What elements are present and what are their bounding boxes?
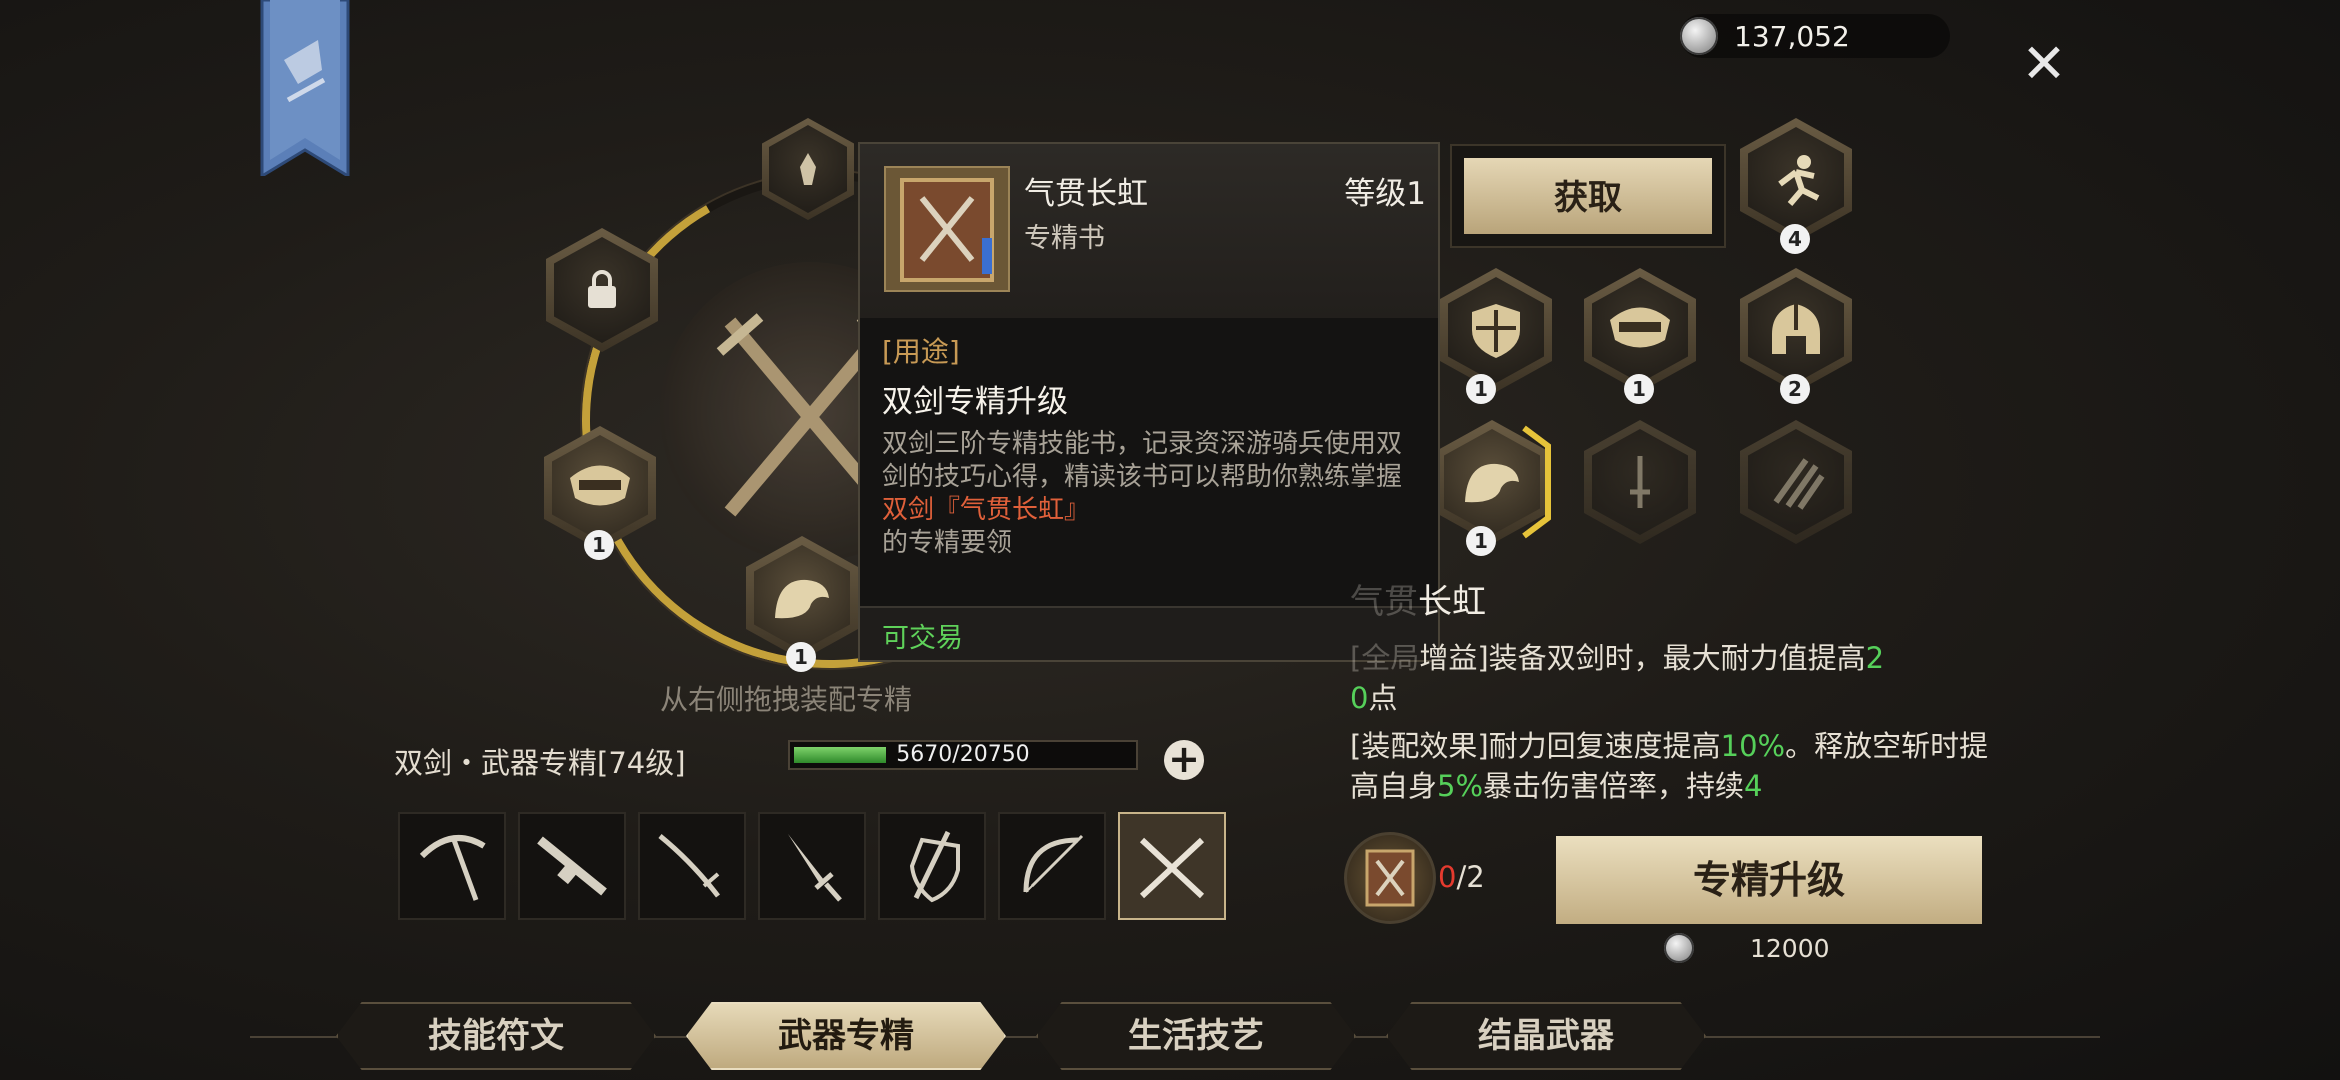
spec-count-badge: 1 [584, 530, 614, 560]
required-book-icon[interactable] [1344, 832, 1436, 924]
xp-progress-bar: 5670/20750 [788, 740, 1138, 770]
sword-shield-icon [909, 830, 960, 903]
effect-line2-pct1: 10% [1720, 729, 1786, 763]
upgrade-cost-amount: 12000 [1750, 933, 1830, 963]
spec-grid-shield[interactable] [1440, 268, 1552, 392]
spec-count-badge: 1 [1466, 374, 1496, 404]
effect-line1-value: 2 [1865, 641, 1885, 675]
item-name: 气贯长虹 [1024, 176, 1148, 212]
weapon-bow[interactable] [998, 812, 1106, 920]
sprint-icon [1778, 155, 1820, 206]
description-main: 双剑三阶专精技能书，记录资深游骑兵使用双剑的技巧心得，精读该书可以帮助你熟练掌握 [882, 429, 1403, 492]
book-count: 0/2 [1438, 860, 1485, 894]
spec-count-badge: 1 [1466, 526, 1496, 556]
effect-line2-num: 4 [1744, 769, 1763, 803]
effect-line1: 增益]装备双剑时，最大耐力值提高 [1419, 641, 1866, 675]
weapon-sword-shield[interactable] [878, 812, 986, 920]
obtain-button[interactable]: 获取 [1450, 144, 1726, 248]
weapon-dagger[interactable] [758, 812, 866, 920]
weapon-scythe[interactable] [398, 812, 506, 920]
weapon-dual-swords[interactable] [1118, 812, 1226, 920]
tab-weapon-spec[interactable]: 武器专精 [686, 1002, 1006, 1070]
spec-count-badge: 1 [786, 642, 816, 672]
effect-line1-suffix: 点 [1368, 681, 1398, 715]
sword-burst-icon [1630, 456, 1650, 508]
spec-grid-claw-locked[interactable] [1740, 420, 1852, 544]
description-highlight: 双剑『气贯长虹』 [882, 495, 1091, 525]
claw-slash-icon [1773, 458, 1825, 510]
effect-line2-end: 暴击伤害倍率，持续 [1483, 769, 1745, 803]
lock-icon [588, 270, 616, 308]
item-description: 双剑三阶专精技能书，记录资深游骑兵使用双剑的技巧心得，精读该书可以帮助你熟练掌握… [882, 428, 1412, 560]
tab-skill-runes[interactable]: 技能符文 [336, 1002, 656, 1070]
drag-hint: 从右侧拖拽装配专精 [660, 683, 913, 716]
description-end: 的专精要领 [882, 528, 1013, 558]
spartan-helmet-icon [1772, 304, 1820, 354]
spec-top-node[interactable] [762, 118, 854, 220]
spec-count-badge: 1 [1624, 374, 1654, 404]
upgrade-cost: 12000 [1664, 930, 1830, 966]
book-need: /2 [1456, 860, 1485, 894]
add-xp-button[interactable]: + [1164, 740, 1204, 780]
skill-description: [全局增益]装备双剑时，最大耐力值提高2 0点 [装配效果]耐力回复速度提高10… [1350, 641, 1989, 803]
guild-banner[interactable] [258, 0, 352, 179]
silver-currency: 137,052 [1680, 14, 1950, 58]
use-label: [用途] [882, 335, 960, 368]
effect-line1-value-cont: 0 [1350, 681, 1369, 715]
muscle-arm-icon [1465, 463, 1519, 503]
katana-icon [658, 834, 720, 898]
close-button[interactable]: ✕ [2020, 37, 2068, 91]
bow-icon [1023, 834, 1084, 893]
xp-text: 5670/20750 [896, 742, 1030, 767]
tab-life-skills[interactable]: 生活技艺 [1036, 1002, 1356, 1070]
skill-name: 气贯长虹 [1350, 582, 1486, 622]
dual-swords-icon [1139, 837, 1205, 899]
spec-count-badge: 2 [1780, 374, 1810, 404]
item-type: 专精书 [1024, 223, 1105, 254]
selection-bracket [1522, 425, 1551, 539]
skill-name-visible: 长虹 [1418, 582, 1486, 622]
spec-upgrade-button[interactable]: 专精升级 [1556, 836, 1982, 924]
fangs-icon [1610, 307, 1670, 348]
book-have: 0 [1438, 860, 1457, 894]
muscle-arm-icon [775, 579, 829, 619]
spec-grid-sword-locked[interactable] [1584, 420, 1696, 544]
tab-crystal-weapon[interactable]: 结晶武器 [1386, 1002, 1706, 1070]
scythe-icon [419, 835, 486, 901]
weapon-rifle[interactable] [518, 812, 626, 920]
rifle-icon [537, 836, 607, 896]
fangs-icon [570, 465, 630, 506]
silver-coin-icon [1664, 933, 1694, 963]
spec-book-icon [884, 166, 1010, 292]
silver-coin-icon [1680, 17, 1718, 55]
dagger-icon [788, 834, 842, 902]
shield-icon [1472, 304, 1520, 358]
locked-spec-slot[interactable] [546, 228, 658, 352]
demon-icon [800, 153, 816, 185]
use-title: 双剑专精升级 [882, 384, 1068, 420]
effect-line2: [装配效果]耐力回复速度提高 [1350, 729, 1721, 763]
tradable-label: 可交易 [882, 623, 963, 654]
obtain-label: 获取 [1464, 158, 1712, 234]
item-level: 等级1 [1344, 176, 1426, 212]
currency-amount: 137,052 [1734, 19, 1850, 53]
spec-count-badge: 4 [1780, 224, 1810, 254]
tooltip-header: 气贯长虹 等级1 专精书 [860, 144, 1438, 318]
effect-line2-pct2: 5% [1437, 769, 1484, 803]
weapon-katana[interactable] [638, 812, 746, 920]
weapon-spec-level: 双剑・武器专精[74级] [394, 746, 686, 780]
